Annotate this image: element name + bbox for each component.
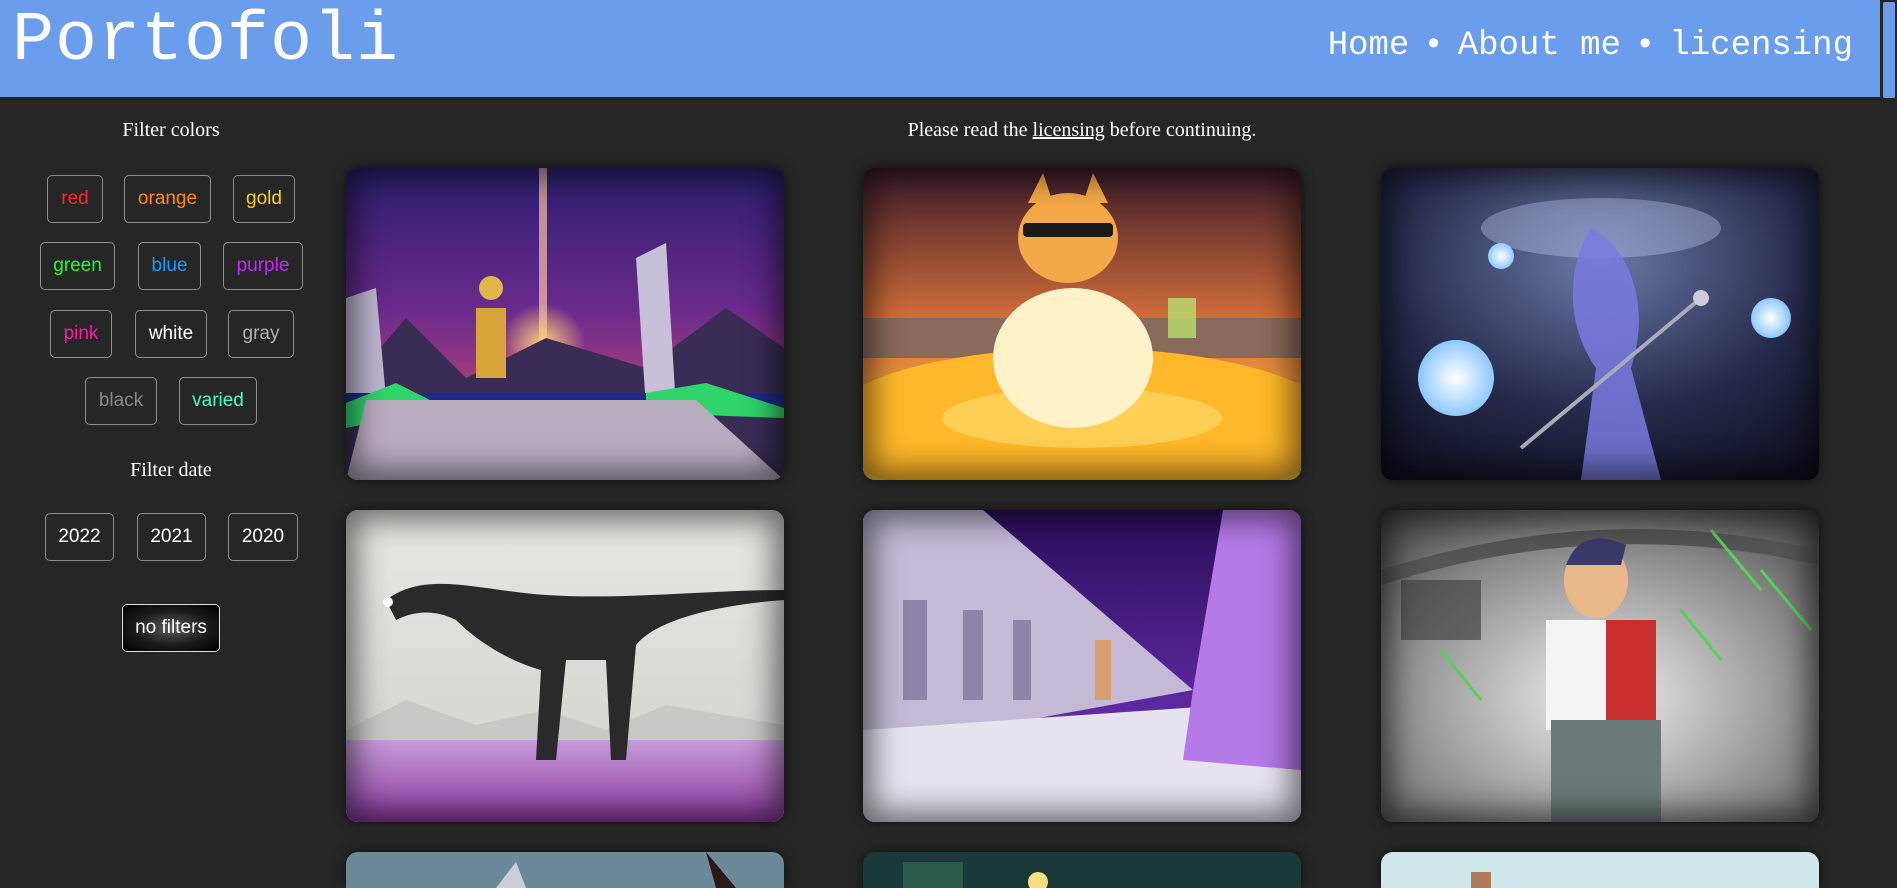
gallery-tile[interactable] (1381, 168, 1819, 480)
gallery-tile[interactable] (863, 168, 1301, 480)
filter-varied-button[interactable]: varied (179, 377, 257, 425)
filter-white-button[interactable]: white (135, 310, 207, 358)
filter-gold-button[interactable]: gold (233, 175, 295, 223)
dinosaur-lavender-field-artwork-icon (346, 510, 784, 822)
nav-home-link[interactable]: Home (1328, 27, 1410, 65)
gallery-tile[interactable] (346, 852, 784, 888)
filter-red-button[interactable]: red (47, 175, 103, 223)
gallery-tile[interactable] (346, 510, 784, 822)
filter-date-heading: Filter date (130, 459, 212, 481)
filter-colors-heading: Filter colors (122, 119, 220, 141)
gallery-tile[interactable] (1381, 510, 1819, 822)
filter-pink-button[interactable]: pink (50, 310, 112, 358)
filter-2020-button[interactable]: 2020 (228, 513, 298, 561)
filter-blue-button[interactable]: blue (138, 242, 201, 290)
nav-separator: • (1634, 27, 1656, 65)
site-title[interactable]: Portofoli (12, 2, 399, 82)
scrollbar-thumb[interactable] (1883, 2, 1895, 98)
cat-hot-tub-artwork-icon (863, 168, 1301, 480)
notice-text-after: before continuing. (1104, 119, 1257, 141)
site-header: Portofoli Home • About me • licensing (0, 0, 1897, 97)
filter-2021-button[interactable]: 2021 (137, 513, 206, 561)
nav-separator: • (1423, 27, 1444, 65)
nav-about-link[interactable]: About me (1458, 27, 1621, 65)
filter-gray-button[interactable]: gray (228, 310, 294, 358)
filter-orange-button[interactable]: orange (124, 175, 211, 223)
gallery-tile[interactable] (346, 168, 784, 480)
nav-licensing-link[interactable]: licensing (1669, 27, 1853, 65)
partial-artwork-2-icon (863, 852, 1301, 888)
scrollbar[interactable] (1880, 0, 1897, 888)
filter-2022-button[interactable]: 2022 (45, 513, 114, 561)
filter-black-button[interactable]: black (85, 377, 157, 425)
filter-purple-button[interactable]: purple (223, 242, 303, 290)
licensing-notice: Please read the licensing before continu… (342, 119, 1822, 142)
green-rain-hero-artwork-icon (1381, 510, 1819, 822)
notice-text-before: Please read the (907, 119, 1033, 141)
temple-sunset-artwork-icon (346, 168, 784, 480)
purple-hall-statues-artwork-icon (863, 510, 1301, 822)
gallery-tile[interactable] (863, 510, 1301, 822)
filter-green-button[interactable]: green (40, 242, 115, 290)
clear-filters-button[interactable]: no filters (122, 604, 220, 652)
main-nav: Home • About me • licensing (1328, 24, 1853, 68)
partial-artwork-3-icon (1381, 852, 1819, 888)
notice-licensing-link[interactable]: licensing (1033, 119, 1105, 141)
gallery-tile[interactable] (1381, 852, 1819, 888)
partial-artwork-1-icon (346, 852, 784, 888)
cosmic-goddess-artwork-icon (1381, 168, 1819, 480)
gallery-tile[interactable] (863, 852, 1301, 888)
